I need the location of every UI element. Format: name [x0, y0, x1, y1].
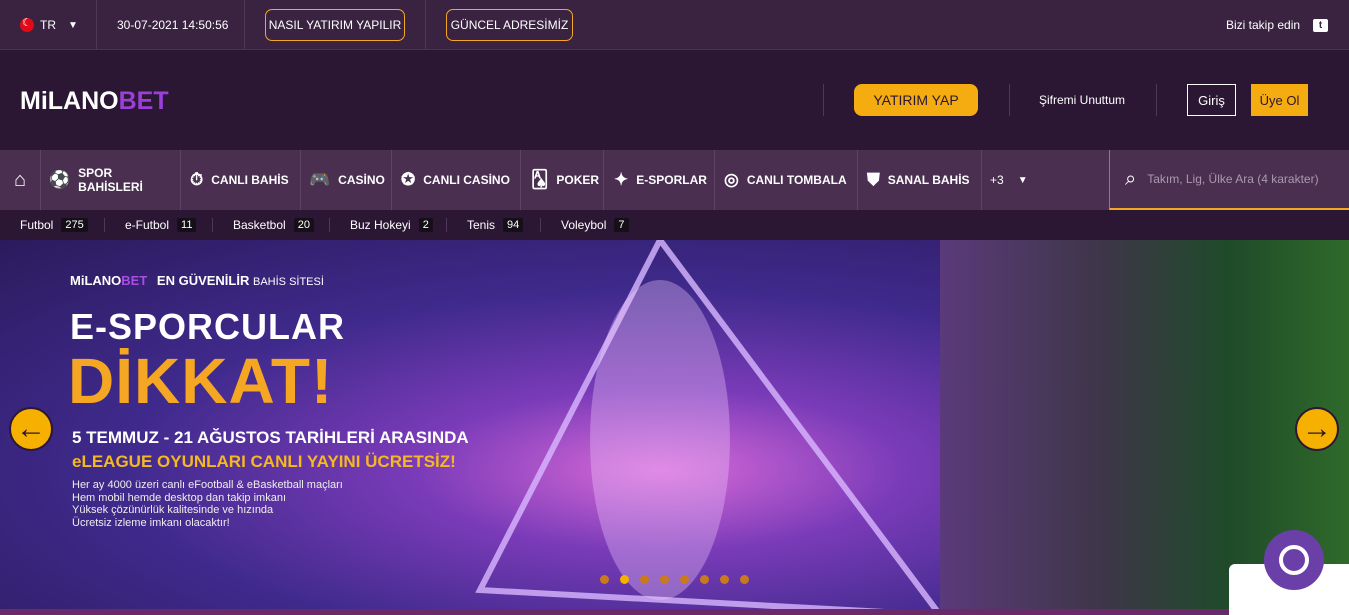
banner-subtitle-1: 5 TEMMUZ - 21 AĞUSTOS TARİHLERİ ARASINDA — [72, 428, 469, 447]
banner-brand-b: BET — [121, 273, 148, 288]
sport-item-tenis[interactable]: Tenis 94 — [467, 210, 524, 240]
sport-item-buz-hokeyi[interactable]: Buz Hokeyi 2 — [350, 210, 433, 240]
slider-dot[interactable] — [720, 575, 729, 584]
cards-icon: 🂡 — [531, 170, 549, 189]
sport-name: Voleybol — [561, 218, 607, 232]
nav-label: CANLI BAHİS — [211, 173, 289, 187]
banner-subtitle-2: eLEAGUE OYUNLARI CANLI YAYINI ÜCRETSİZ! — [72, 452, 456, 471]
poker-chip-icon: ✪ — [401, 170, 416, 189]
promo-banner[interactable]: MiLANOBET EN GÜVENİLİR BAHİS SİTESİ E-SP… — [0, 240, 1349, 615]
slider-prev-arrow-icon[interactable]: ← — [9, 407, 53, 451]
slider-dot[interactable] — [620, 575, 629, 584]
shield-icon: ⛊ — [867, 170, 880, 189]
nav-label: SANAL BAHİS — [887, 173, 970, 187]
tombala-icon: ◎ — [724, 170, 739, 189]
banner-brand-tag2: BAHİS SİTESİ — [253, 276, 324, 288]
logo-text-a: MiLANO — [20, 87, 119, 115]
chevron-down-icon: ▼ — [1017, 174, 1028, 186]
slider-dot[interactable] — [700, 575, 709, 584]
language-label: TR — [40, 18, 56, 32]
banner-desc-line: Her ay 4000 üzeri canlı eFootball & eBas… — [72, 479, 343, 491]
nav-live-casino[interactable]: ✪ CANLI CASİNO — [392, 150, 521, 210]
search-input[interactable] — [1147, 172, 1338, 186]
banner-brand-tag: EN GÜVENİLİR — [156, 273, 250, 288]
banner-bottom-line — [0, 609, 1349, 615]
banner-desc-line: Yüksek çözünürlük kalitesinde ve hızında — [72, 504, 274, 516]
sport-item-futbol[interactable]: Futbol 275 — [20, 210, 88, 240]
nav-sports-betting[interactable]: ⚽ SPOR BAHİSLERİ — [41, 150, 181, 210]
language-selector[interactable]: TR ▼ — [20, 0, 78, 50]
follow-label: Bizi takip edin — [1226, 18, 1301, 32]
top-bar: TR ▼ 30-07-2021 14:50:56 NASIL YATIRIM Y… — [0, 0, 1349, 50]
slider-dots — [600, 575, 760, 584]
sport-count: 7 — [614, 218, 629, 232]
nav-label: SPOR BAHİSLERİ — [78, 166, 143, 194]
main-nav: ⌂ ⚽ SPOR BAHİSLERİ ⏱ CANLI BAHİS 🎮 CASİNO ✪… — [0, 150, 1349, 210]
nav-live-tombala[interactable]: ◎ CANLI TOMBALA — [715, 150, 858, 210]
chevron-down-icon: ▼ — [68, 19, 78, 31]
logo[interactable]: MiLANOBET — [20, 87, 169, 116]
sport-name: Tenis — [467, 218, 496, 232]
login-button[interactable]: Giriş — [1187, 84, 1236, 116]
stopwatch-icon: ⏱ — [190, 170, 204, 189]
datetime: 30-07-2021 14:50:56 — [117, 18, 229, 32]
sport-count: 11 — [177, 218, 197, 232]
slider-dot[interactable] — [660, 575, 669, 584]
nav-live-betting[interactable]: ⏱ CANLI BAHİS — [181, 150, 301, 210]
nav-label: E-SPORLAR — [636, 173, 707, 187]
nav-casino[interactable]: 🎮 CASİNO — [301, 150, 392, 210]
sport-name: Futbol — [20, 218, 54, 232]
header: MiLANOBET YATIRIM YAP Şifremi Unuttum Gi… — [0, 50, 1349, 150]
slider-dot[interactable] — [640, 575, 649, 584]
search-box: ⌕ — [1109, 150, 1349, 210]
more-menu[interactable]: +3 ▼ — [990, 150, 1028, 210]
follow-us[interactable]: Bizi takip edin t — [1226, 0, 1329, 50]
sport-item-voleybol[interactable]: Voleybol 7 — [561, 210, 629, 240]
esports-icon: ✦ — [614, 170, 629, 189]
banner-title-1: E-SPORCULAR — [70, 306, 346, 347]
nav-poker[interactable]: 🂡 POKER — [521, 150, 604, 210]
banner-title-2: DİKKAT! — [68, 345, 334, 417]
current-address-button[interactable]: GÜNCEL ADRESİMİZ — [446, 9, 573, 41]
chat-bubble-icon — [1279, 545, 1309, 575]
nav-label: CANLI TOMBALA — [746, 173, 847, 187]
slider-next-arrow-icon[interactable]: → — [1295, 407, 1339, 451]
nav-label: CASİNO — [338, 173, 385, 187]
nav-virtual-betting[interactable]: ⛊ SANAL BAHİS — [858, 150, 982, 210]
sport-count: 94 — [503, 218, 524, 232]
sport-count: 275 — [61, 218, 88, 232]
logo-text-b: BET — [118, 87, 169, 115]
slider-dot[interactable] — [740, 575, 749, 584]
banner-brand: MiLANOBET EN GÜVENİLİR BAHİS SİTESİ — [70, 273, 324, 288]
soccer-ball-icon: ⚽ — [49, 170, 71, 189]
live-chat-button[interactable] — [1264, 530, 1324, 590]
nav-label: CANLI CASİNO — [423, 173, 510, 187]
turkey-flag-icon — [20, 16, 34, 32]
forgot-password-link[interactable]: Şifremi Unuttum — [1039, 93, 1125, 107]
more-label: +3 — [990, 173, 1004, 187]
register-button[interactable]: Üye Ol — [1251, 84, 1308, 116]
nav-label: POKER — [556, 173, 600, 187]
sport-name: Buz Hokeyi — [350, 218, 411, 232]
sport-count: 2 — [418, 218, 433, 232]
search-icon[interactable]: ⌕ — [1125, 168, 1136, 191]
banner-brand-a: MiLANO — [70, 273, 122, 288]
sport-name: e-Futbol — [125, 218, 170, 232]
slider-dot[interactable] — [680, 575, 689, 584]
sport-count: 20 — [293, 218, 314, 232]
banner-description: Her ay 4000 üzeri canlı eFootball & eBas… — [72, 479, 343, 529]
sport-name: Basketbol — [233, 218, 286, 232]
home-icon[interactable]: ⌂ — [0, 150, 41, 210]
twitter-icon[interactable]: t — [1313, 18, 1329, 32]
sport-item-efutbol[interactable]: e-Futbol 11 — [125, 210, 197, 240]
deposit-button[interactable]: YATIRIM YAP — [854, 84, 978, 116]
gamepad-icon: 🎮 — [309, 170, 331, 189]
banner-desc-line: Ücretsiz izleme imkanı olacaktır! — [72, 516, 230, 529]
banner-desc-line: Hem mobil hemde desktop dan takip imkanı — [72, 491, 286, 504]
how-to-deposit-button[interactable]: NASIL YATIRIM YAPILIR — [265, 9, 405, 41]
sports-strip: Futbol 275 e-Futbol 11 Basketbol 20 Buz Hok… — [0, 210, 1349, 240]
slider-dot[interactable] — [600, 575, 609, 584]
sport-item-basketbol[interactable]: Basketbol 20 — [233, 210, 314, 240]
nav-esports[interactable]: ✦ E-SPORLAR — [604, 150, 715, 210]
